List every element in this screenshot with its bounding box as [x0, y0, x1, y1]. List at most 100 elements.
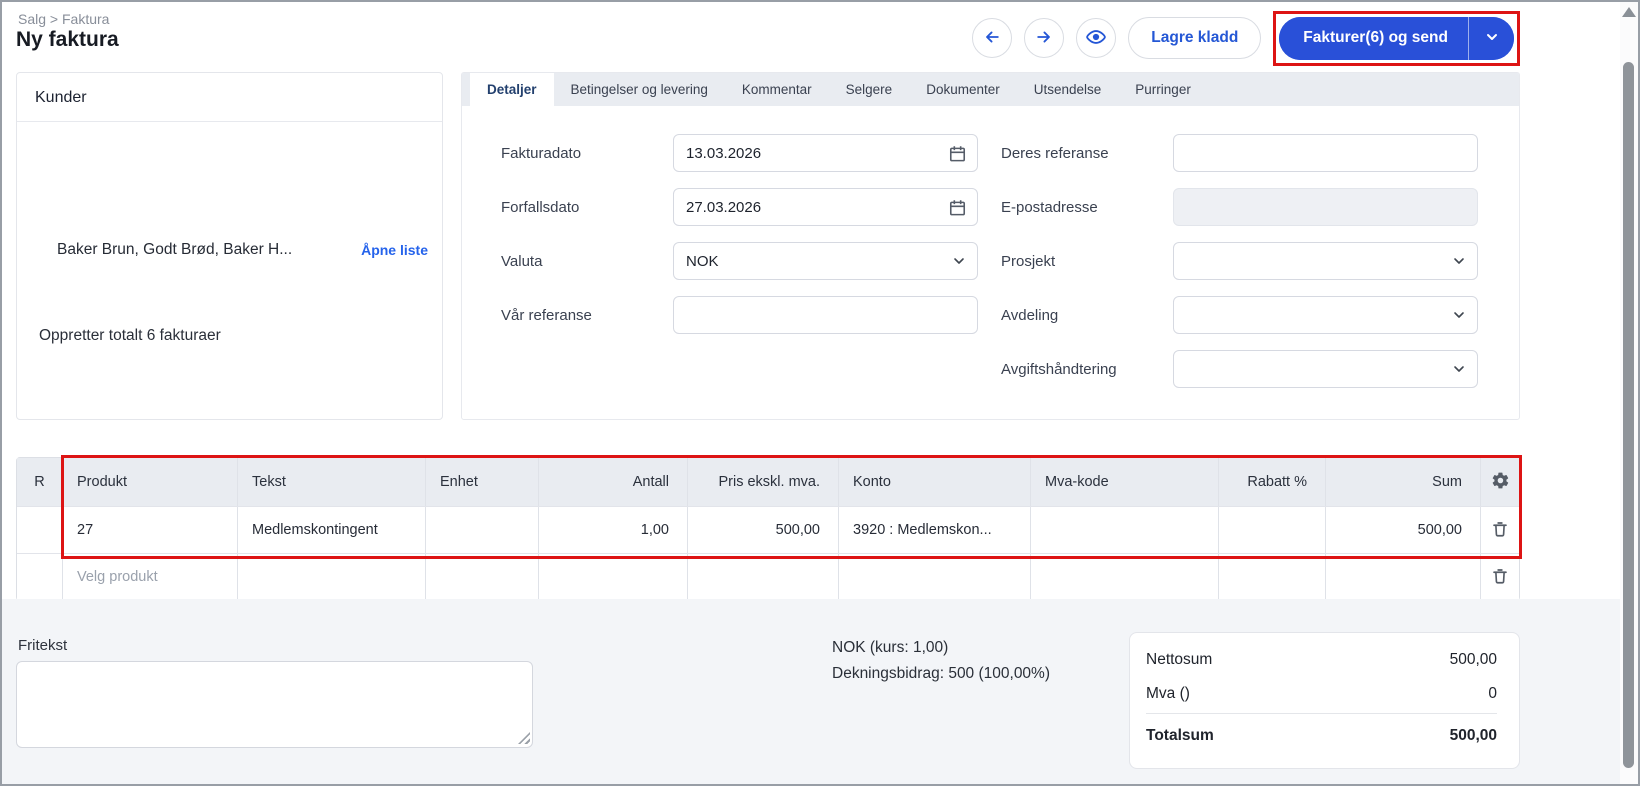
col-header-pris: Pris ekskl. mva.: [688, 458, 839, 506]
currency-rate-text: NOK (kurs: 1,00): [832, 635, 1050, 661]
tab-utsendelse[interactable]: Utsendelse: [1017, 73, 1119, 106]
arrow-left-icon: [982, 27, 1002, 50]
table-settings-button[interactable]: [1489, 469, 1512, 495]
cell-tekst[interactable]: [238, 554, 426, 600]
their-reference-field[interactable]: [1173, 134, 1478, 172]
calendar-icon[interactable]: [948, 135, 967, 171]
totalsum-value: 500,00: [1450, 727, 1497, 745]
netsum-label: Nettosum: [1146, 651, 1212, 669]
cell-mva-kode[interactable]: [1031, 554, 1219, 600]
invoice-send-highlight-box: Fakturer(6) og send: [1273, 11, 1520, 66]
cell-r[interactable]: [17, 507, 63, 553]
fritekst-textarea[interactable]: [16, 661, 533, 748]
cell-sum[interactable]: [1326, 554, 1481, 600]
tab-betingelser-og-levering[interactable]: Betingelser og levering: [554, 73, 725, 106]
totals-card: Nettosum 500,00 Mva () 0 Totalsum 500,00: [1129, 632, 1520, 769]
email-input: [1186, 199, 1465, 216]
trash-icon: [1491, 567, 1509, 588]
our-reference-label: Vår referanse: [501, 307, 673, 324]
customers-panel: Kunder Baker Brun, Godt Brød, Baker H...…: [16, 72, 443, 420]
scrollbar-thumb[interactable]: [1623, 62, 1634, 768]
cell-konto[interactable]: [839, 554, 1031, 600]
new-line-product-select[interactable]: Velg produkt: [63, 554, 238, 600]
details-form-right-column: Deres referanse E-postadresse Prosjekt: [1001, 134, 1478, 404]
preview-button[interactable]: [1076, 18, 1116, 58]
breadcrumb[interactable]: Salg > Faktura: [18, 11, 109, 27]
cell-rabatt[interactable]: [1219, 554, 1326, 600]
our-reference-field[interactable]: [673, 296, 978, 334]
chevron-down-icon: [951, 243, 967, 279]
invoice-count-summary: Oppretter totalt 6 fakturaer: [39, 327, 221, 345]
col-header-rabatt: Rabatt %: [1219, 458, 1326, 506]
col-header-antall: Antall: [539, 458, 688, 506]
delete-row-button[interactable]: [1489, 565, 1511, 590]
cell-tekst[interactable]: Medlemskontingent: [238, 507, 426, 553]
tab-selgere[interactable]: Selgere: [829, 73, 910, 106]
back-button[interactable]: [972, 18, 1012, 58]
details-panel: Detaljer Betingelser og levering Komment…: [461, 72, 1520, 420]
email-field: [1173, 188, 1478, 226]
cell-konto[interactable]: 3920 : Medlemskon...: [839, 507, 1031, 553]
department-select[interactable]: [1173, 296, 1478, 334]
tab-detaljer[interactable]: Detaljer: [470, 73, 554, 106]
cell-sum[interactable]: 500,00: [1326, 507, 1481, 553]
col-header-enhet: Enhet: [426, 458, 539, 506]
col-header-konto: Konto: [839, 458, 1031, 506]
details-form-left-column: Fakturadato Forfallsdato Val: [501, 134, 978, 350]
margin-text: Dekningsbidrag: 500 (100,00%): [832, 661, 1050, 687]
totals-divider: [1146, 713, 1497, 714]
cell-produkt[interactable]: 27: [63, 507, 238, 553]
forward-button[interactable]: [1024, 18, 1064, 58]
totalsum-row: Totalsum 500,00: [1146, 716, 1497, 756]
invoice-send-button[interactable]: Fakturer(6) og send: [1279, 17, 1468, 60]
vat-handling-label: Avgiftshåndtering: [1001, 361, 1173, 378]
our-reference-input[interactable]: [686, 307, 965, 324]
customers-panel-title: Kunder: [17, 73, 442, 122]
col-header-sum: Sum: [1326, 458, 1481, 506]
project-label: Prosjekt: [1001, 253, 1173, 270]
tab-purringer[interactable]: Purringer: [1118, 73, 1208, 106]
col-header-produkt: Produkt: [63, 458, 238, 506]
page-title: Ny faktura: [16, 28, 119, 52]
vat-value: 0: [1488, 685, 1497, 703]
cell-pris[interactable]: 500,00: [688, 507, 839, 553]
footer-area: Fritekst NOK (kurs: 1,00) Dekningsbidrag…: [2, 599, 1624, 784]
open-list-link[interactable]: Åpne liste: [361, 242, 428, 258]
vat-label: Mva (): [1146, 685, 1190, 703]
fritekst-label: Fritekst: [18, 637, 67, 654]
delete-row-button[interactable]: [1489, 518, 1511, 543]
cell-enhet[interactable]: [426, 507, 539, 553]
arrow-right-icon: [1034, 27, 1054, 50]
invoice-editor-page: Salg > Faktura Ny faktura Lagre kladd: [0, 0, 1640, 786]
vat-handling-select[interactable]: [1173, 350, 1478, 388]
product-placeholder: Velg produkt: [77, 569, 158, 585]
due-date-input[interactable]: [686, 199, 965, 216]
invoice-send-dropdown-button[interactable]: [1468, 17, 1514, 60]
currency-info-block: NOK (kurs: 1,00) Dekningsbidrag: 500 (10…: [832, 635, 1050, 687]
cell-rabatt[interactable]: [1219, 507, 1326, 553]
scroll-up-button[interactable]: [1622, 7, 1636, 17]
save-draft-button[interactable]: Lagre kladd: [1128, 17, 1261, 59]
chevron-down-icon: [1484, 29, 1500, 48]
tab-kommentar[interactable]: Kommentar: [725, 73, 829, 106]
topbar-actions: Lagre kladd Fakturer(6) og send: [972, 11, 1520, 65]
netsum-row: Nettosum 500,00: [1146, 643, 1497, 677]
cell-mva-kode[interactable]: [1031, 507, 1219, 553]
calendar-icon[interactable]: [948, 189, 967, 225]
cell-enhet[interactable]: [426, 554, 539, 600]
cell-antall[interactable]: [539, 554, 688, 600]
project-select[interactable]: [1173, 242, 1478, 280]
invoice-send-split-button: Fakturer(6) og send: [1279, 17, 1514, 60]
cell-pris[interactable]: [688, 554, 839, 600]
invoice-date-input[interactable]: [686, 145, 965, 162]
chevron-down-icon: [1451, 243, 1467, 279]
their-reference-input[interactable]: [1186, 145, 1465, 162]
invoice-line-row: 27 Medlemskontingent 1,00 500,00 3920 : …: [17, 506, 1519, 553]
currency-select[interactable]: NOK: [673, 242, 978, 280]
due-date-field[interactable]: [673, 188, 978, 226]
chevron-down-icon: [1451, 297, 1467, 333]
cell-antall[interactable]: 1,00: [539, 507, 688, 553]
cell-r[interactable]: [17, 554, 63, 600]
invoice-date-field[interactable]: [673, 134, 978, 172]
tab-dokumenter[interactable]: Dokumenter: [909, 73, 1017, 106]
